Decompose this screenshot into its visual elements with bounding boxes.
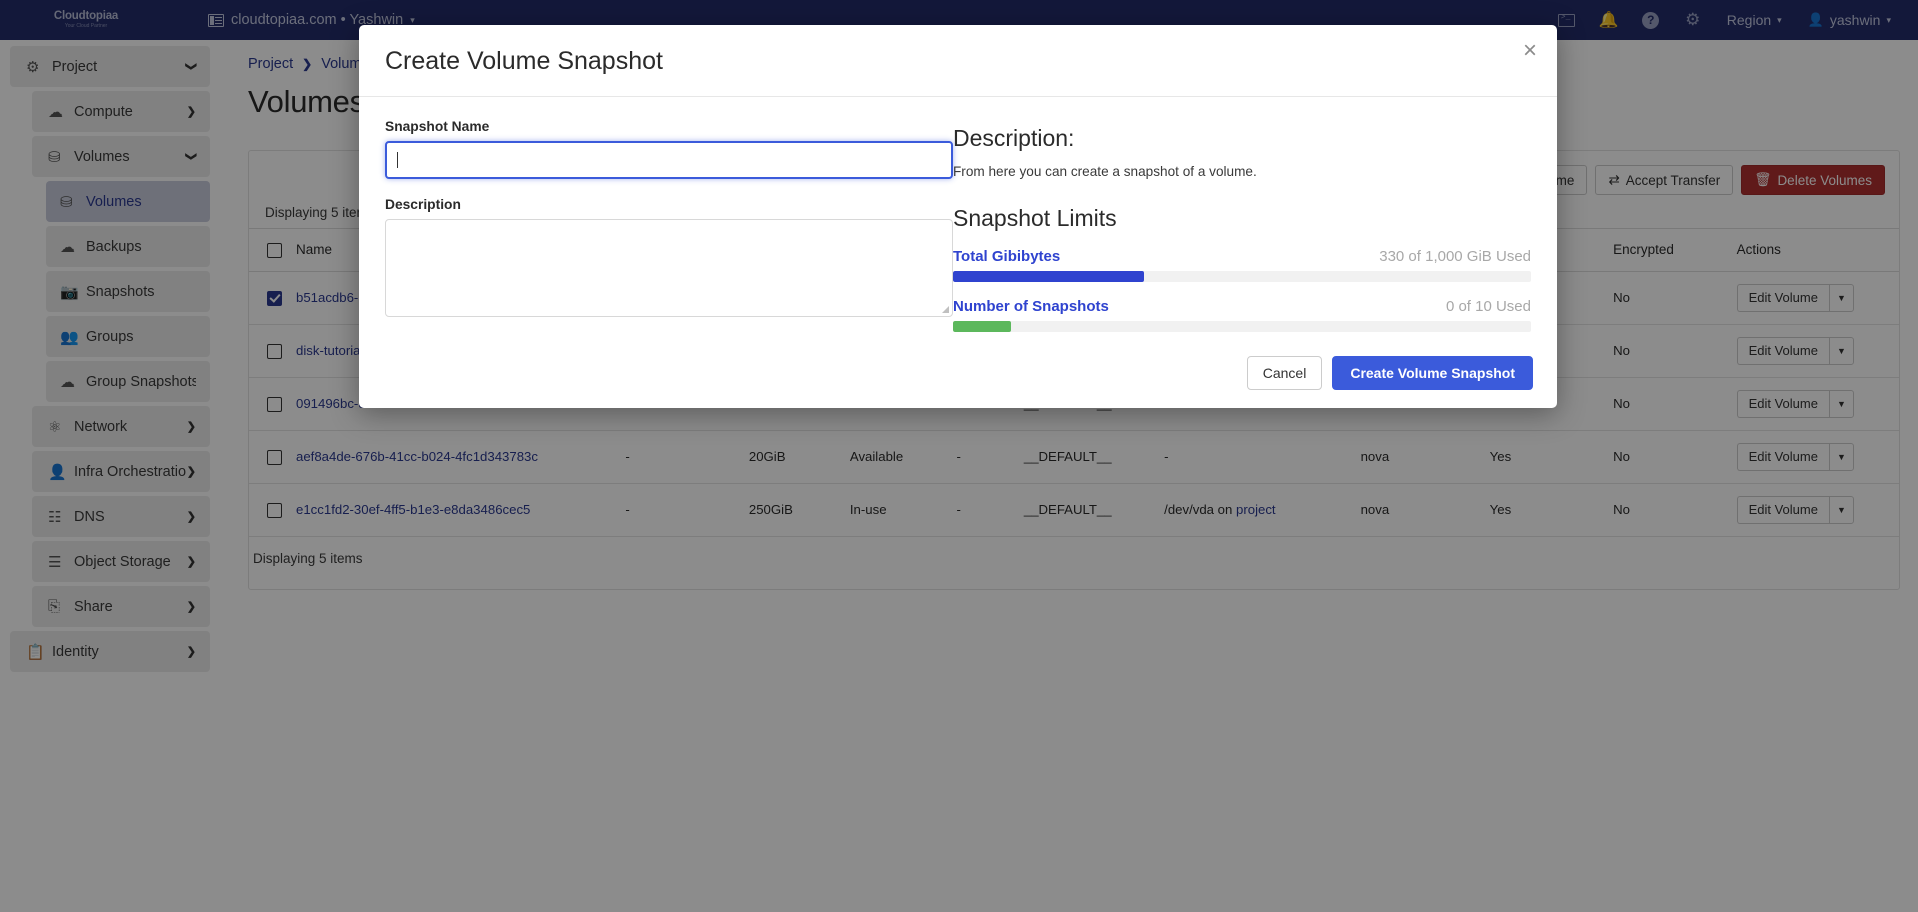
modal-footer: Cancel Create Volume Snapshot bbox=[359, 340, 1557, 408]
limit-progress-fill bbox=[953, 321, 1011, 332]
snapshot-limits-list: Total Gibibytes 330 of 1,000 GiB Used Numb… bbox=[953, 248, 1531, 332]
limit-name: Number of Snapshots bbox=[953, 298, 1109, 315]
info-text: From here you can create a snapshot of a… bbox=[953, 164, 1531, 179]
limit-item: Number of Snapshots 0 of 10 Used bbox=[953, 298, 1531, 332]
limit-used-text: 330 of 1,000 GiB Used bbox=[1379, 248, 1531, 265]
description-textarea[interactable] bbox=[385, 219, 953, 317]
limit-item: Total Gibibytes 330 of 1,000 GiB Used bbox=[953, 248, 1531, 282]
limit-row: Total Gibibytes 330 of 1,000 GiB Used bbox=[953, 248, 1531, 265]
modal-title: Create Volume Snapshot bbox=[385, 47, 1531, 76]
cancel-button[interactable]: Cancel bbox=[1247, 356, 1323, 390]
snapshot-name-input[interactable] bbox=[385, 141, 953, 179]
modal-info-column: Description: From here you can create a … bbox=[953, 119, 1531, 332]
snapshot-name-label: Snapshot Name bbox=[385, 119, 923, 134]
info-heading: Description: bbox=[953, 125, 1531, 152]
limit-progress-track bbox=[953, 321, 1531, 332]
snapshot-limits-heading: Snapshot Limits bbox=[953, 205, 1531, 232]
limit-name: Total Gibibytes bbox=[953, 248, 1060, 265]
create-volume-snapshot-button[interactable]: Create Volume Snapshot bbox=[1332, 356, 1533, 390]
limit-progress-track bbox=[953, 271, 1531, 282]
limit-progress-fill bbox=[953, 271, 1144, 282]
limit-used-text: 0 of 10 Used bbox=[1446, 298, 1531, 315]
text-cursor bbox=[397, 152, 398, 168]
modal-body: Snapshot Name Description Description: F… bbox=[359, 97, 1557, 340]
limit-row: Number of Snapshots 0 of 10 Used bbox=[953, 298, 1531, 315]
description-label: Description bbox=[385, 197, 923, 212]
create-volume-snapshot-modal: Create Volume Snapshot × Snapshot Name D… bbox=[359, 25, 1557, 408]
modal-form-column: Snapshot Name Description bbox=[385, 119, 953, 332]
close-icon[interactable]: × bbox=[1523, 39, 1537, 63]
modal-header: Create Volume Snapshot × bbox=[359, 25, 1557, 97]
